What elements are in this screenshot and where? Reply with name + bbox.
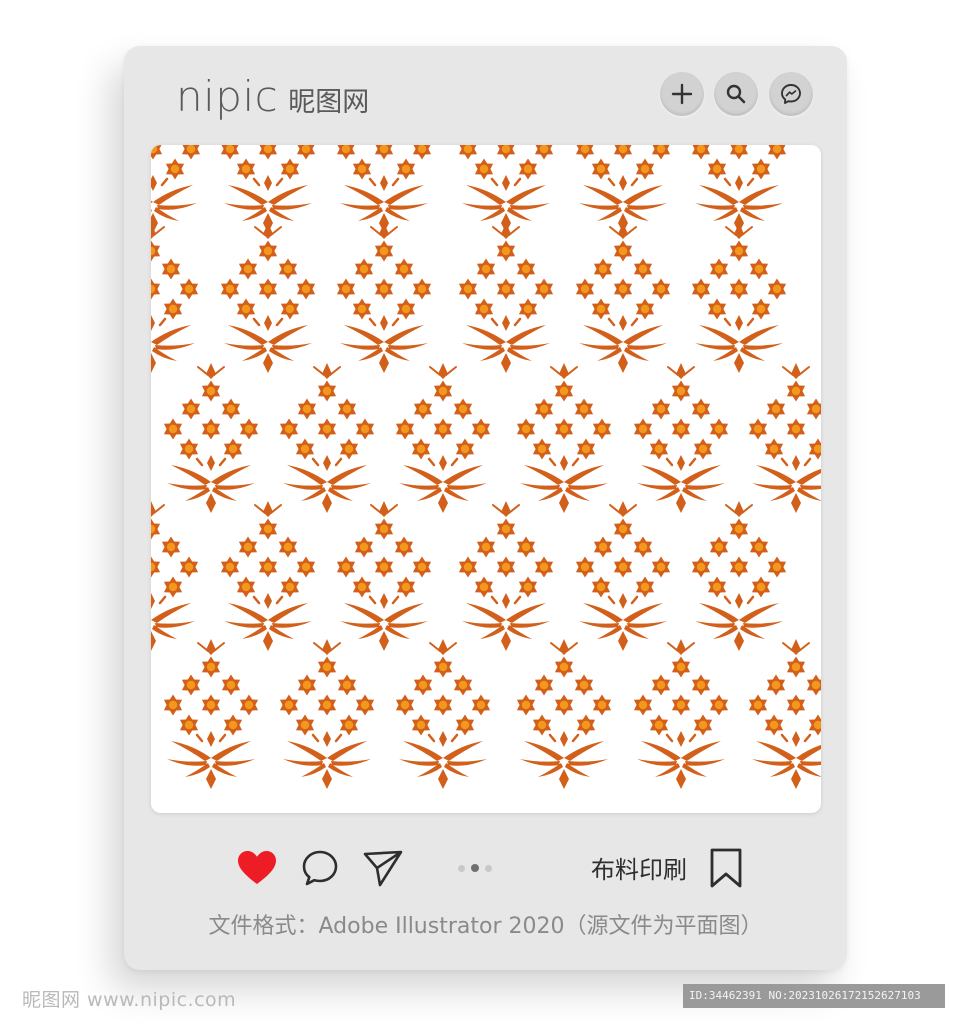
category-tag[interactable]: 布料印刷 [591, 850, 687, 885]
floral-pattern-image [151, 145, 821, 813]
carousel-pagination [458, 864, 492, 872]
share-button[interactable] [362, 848, 404, 888]
search-icon [726, 84, 746, 104]
heart-icon [238, 851, 276, 884]
bookmark-icon [710, 848, 742, 888]
like-button[interactable] [236, 848, 278, 888]
plus-icon [671, 83, 693, 105]
bookmark-button[interactable] [708, 846, 744, 890]
file-format-caption: 文件格式：Adobe Illustrator 2020（源文件为平面图） [208, 914, 763, 939]
pagination-dot-active[interactable] [471, 864, 479, 872]
post-image[interactable] [151, 145, 821, 813]
send-icon [363, 850, 403, 887]
comment-icon [302, 850, 338, 886]
pagination-dot[interactable] [458, 864, 465, 872]
image-id-watermark: ID:34462391 NO:20231026172152627103 [683, 984, 945, 1008]
brand-cn-name: 昵图网 [288, 87, 370, 118]
brand-name: nipic [176, 72, 279, 121]
add-button[interactable] [660, 72, 704, 116]
site-watermark: 昵图网 www.nipic.com [22, 989, 237, 1011]
brand-logo[interactable]: nipic 昵图网 [176, 72, 369, 121]
comment-button[interactable] [300, 848, 340, 888]
post-actions: 布料印刷 [124, 846, 847, 890]
messenger-button[interactable] [769, 72, 813, 116]
pagination-dot[interactable] [485, 864, 492, 872]
post-card: nipic 昵图网 布料印刷 文件格式：Adobe Illustrator 20… [124, 46, 847, 970]
messenger-icon [781, 84, 801, 104]
search-button[interactable] [714, 72, 758, 116]
